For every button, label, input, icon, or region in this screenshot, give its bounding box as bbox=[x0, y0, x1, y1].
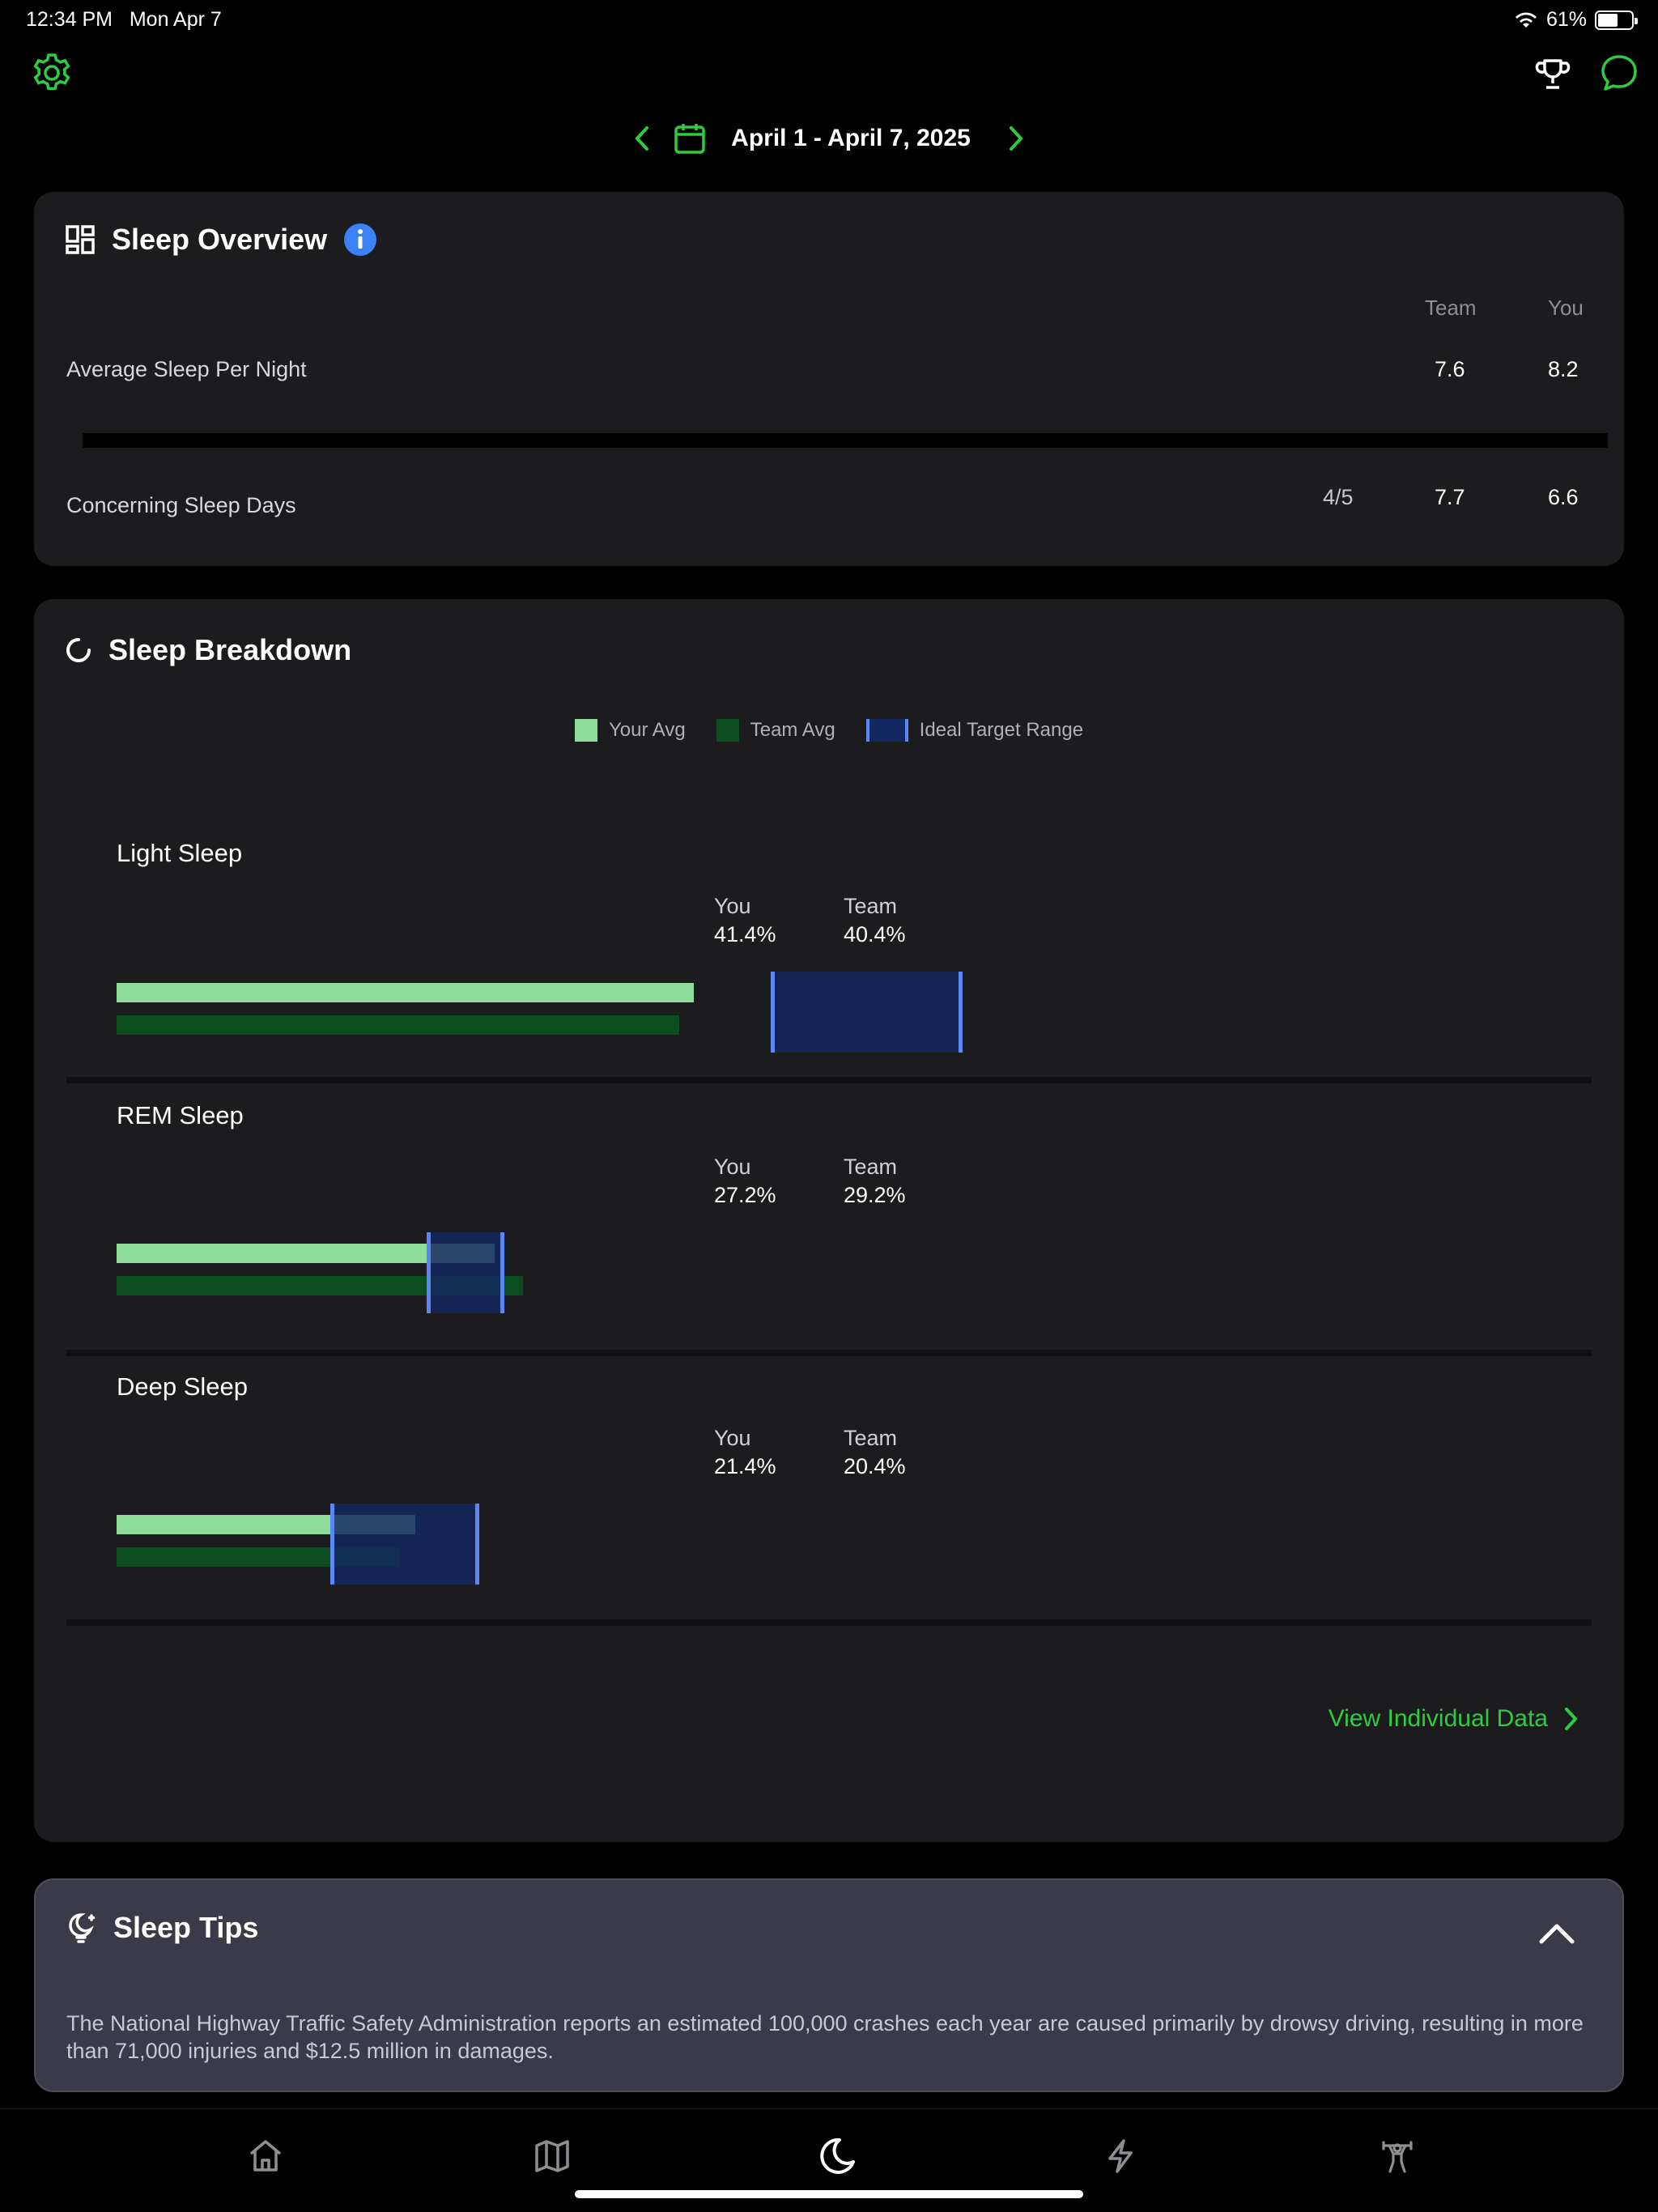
home-icon bbox=[249, 2140, 282, 2172]
row-label-concerning-days: Concerning Sleep Days bbox=[66, 493, 296, 517]
sleep-tips-header[interactable]: Sleep Tips bbox=[66, 1911, 258, 1945]
gear-icon bbox=[33, 53, 70, 91]
date-navigator: April 1 - April 7, 2025 bbox=[0, 121, 1658, 155]
chat-bubble-icon bbox=[1601, 55, 1637, 91]
wifi-icon bbox=[1515, 11, 1537, 28]
settings-button[interactable] bbox=[29, 50, 74, 96]
sleep-tips-card: Sleep Tips The National Highway Traffic … bbox=[34, 1878, 1624, 2092]
legend-label: Your Avg bbox=[608, 719, 686, 741]
you-percent: 21.4% bbox=[714, 1454, 776, 1478]
concerning-days-team-value: 7.7 bbox=[1435, 485, 1465, 509]
moon-icon bbox=[820, 2138, 855, 2174]
status-time: 12:34 PM Mon Apr 7 bbox=[26, 8, 222, 32]
stage-rem-sleep: REM Sleep You 27.2% Team 29.2% bbox=[66, 1083, 1592, 1351]
sleep-tips-title: Sleep Tips bbox=[113, 1911, 259, 1944]
legend-label: Ideal Target Range bbox=[919, 719, 1084, 741]
status-bar: 12:34 PM Mon Apr 7 61% bbox=[0, 0, 1658, 39]
sleep-stages-panel: Light Sleep You 41.4% Team 40.4% REM Sle… bbox=[66, 797, 1592, 1809]
sleep-overview-header: Sleep Overview bbox=[65, 223, 377, 257]
weightlifter-icon bbox=[1382, 2141, 1413, 2173]
view-individual-data-link[interactable]: View Individual Data bbox=[1329, 1705, 1579, 1733]
separator bbox=[66, 1619, 1592, 1626]
sleep-overview-title: Sleep Overview bbox=[112, 223, 328, 256]
sleep-tip-text: The National Highway Traffic Safety Admi… bbox=[66, 2011, 1584, 2063]
chevron-up-icon[interactable] bbox=[1538, 1922, 1575, 1945]
refresh-ring-icon bbox=[66, 638, 91, 662]
chevron-right-icon[interactable] bbox=[1006, 125, 1026, 152]
clock-time: 12:34 PM bbox=[26, 8, 113, 31]
divider bbox=[83, 433, 1608, 448]
legend-team-avg: Team Avg bbox=[716, 719, 835, 742]
home-indicator bbox=[575, 2190, 1083, 2198]
team-avg-bar bbox=[117, 1015, 679, 1035]
you-label: You bbox=[714, 1426, 751, 1450]
team-label: Team bbox=[844, 894, 898, 918]
average-sleep-you-value: 8.2 bbox=[1548, 357, 1579, 381]
calendar-icon[interactable] bbox=[673, 121, 707, 155]
you-percent: 41.4% bbox=[714, 922, 776, 946]
you-percent: 27.2% bbox=[714, 1183, 776, 1207]
you-label: You bbox=[714, 1155, 751, 1179]
stage-deep-sleep: Deep Sleep You 21.4% Team 20.4% bbox=[66, 1356, 1592, 1623]
tab-sleep[interactable] bbox=[813, 2132, 861, 2180]
separator bbox=[66, 1350, 1592, 1356]
concerning-days-fraction: 4/5 bbox=[1323, 485, 1354, 509]
sleep-breakdown-title: Sleep Breakdown bbox=[108, 633, 352, 666]
stage-name: REM Sleep bbox=[117, 1101, 244, 1129]
dashboard-icon bbox=[66, 225, 95, 254]
tab-map[interactable] bbox=[528, 2132, 576, 2180]
lightning-icon bbox=[1108, 2139, 1133, 2173]
trophy-button[interactable] bbox=[1530, 52, 1575, 97]
sleep-breakdown-card: Sleep Breakdown Your Avg Team Avg Ideal … bbox=[34, 599, 1624, 1842]
status-indicators: 61% bbox=[1514, 8, 1638, 32]
tab-workout[interactable] bbox=[1373, 2132, 1422, 2180]
ideal-target-range bbox=[771, 972, 963, 1053]
target-range-swatch bbox=[865, 719, 908, 742]
chevron-right-icon bbox=[1565, 1708, 1578, 1730]
stage-name: Deep Sleep bbox=[117, 1372, 249, 1401]
ideal-target-range bbox=[330, 1504, 479, 1585]
separator bbox=[66, 1077, 1592, 1083]
row-label-average-sleep: Average Sleep Per Night bbox=[66, 357, 307, 381]
concerning-days-you-value: 6.6 bbox=[1548, 485, 1579, 509]
lightbulb-moon-icon bbox=[69, 1913, 96, 1943]
ideal-target-range bbox=[427, 1232, 504, 1313]
stage-name: Light Sleep bbox=[117, 839, 243, 867]
your-avg-bar bbox=[117, 983, 694, 1002]
team-avg-swatch bbox=[716, 719, 739, 742]
column-header-team: Team bbox=[1425, 296, 1477, 320]
average-sleep-team-value: 7.6 bbox=[1435, 357, 1465, 381]
tab-energy[interactable] bbox=[1096, 2132, 1145, 2180]
team-percent: 29.2% bbox=[844, 1183, 906, 1207]
legend-your-avg: Your Avg bbox=[574, 719, 686, 742]
chat-button[interactable] bbox=[1596, 50, 1642, 96]
info-icon[interactable] bbox=[343, 223, 377, 257]
team-label: Team bbox=[844, 1426, 898, 1450]
date-range-label[interactable]: April 1 - April 7, 2025 bbox=[731, 125, 971, 152]
team-percent: 40.4% bbox=[844, 922, 906, 946]
chevron-left-icon[interactable] bbox=[632, 125, 652, 152]
clock-date: Mon Apr 7 bbox=[129, 8, 222, 31]
you-label: You bbox=[714, 894, 751, 918]
legend-label: Team Avg bbox=[750, 719, 835, 741]
legend-target-range: Ideal Target Range bbox=[865, 719, 1084, 742]
sleep-breakdown-header: Sleep Breakdown bbox=[65, 633, 351, 667]
chart-legend: Your Avg Team Avg Ideal Target Range bbox=[34, 719, 1624, 742]
battery-percent: 61% bbox=[1545, 8, 1587, 31]
stage-light-sleep: Light Sleep You 41.4% Team 40.4% bbox=[66, 797, 1592, 1064]
battery-icon bbox=[1595, 10, 1638, 30]
tab-home[interactable] bbox=[241, 2132, 290, 2180]
map-icon bbox=[535, 2140, 569, 2172]
team-label: Team bbox=[844, 1155, 898, 1179]
your-avg-swatch bbox=[574, 719, 597, 742]
sleep-overview-card: Sleep Overview Team You Average Sleep Pe… bbox=[34, 192, 1624, 566]
trophy-icon bbox=[1535, 59, 1571, 89]
team-percent: 20.4% bbox=[844, 1454, 906, 1478]
column-header-you: You bbox=[1548, 296, 1584, 320]
view-individual-data-label: View Individual Data bbox=[1328, 1705, 1548, 1732]
